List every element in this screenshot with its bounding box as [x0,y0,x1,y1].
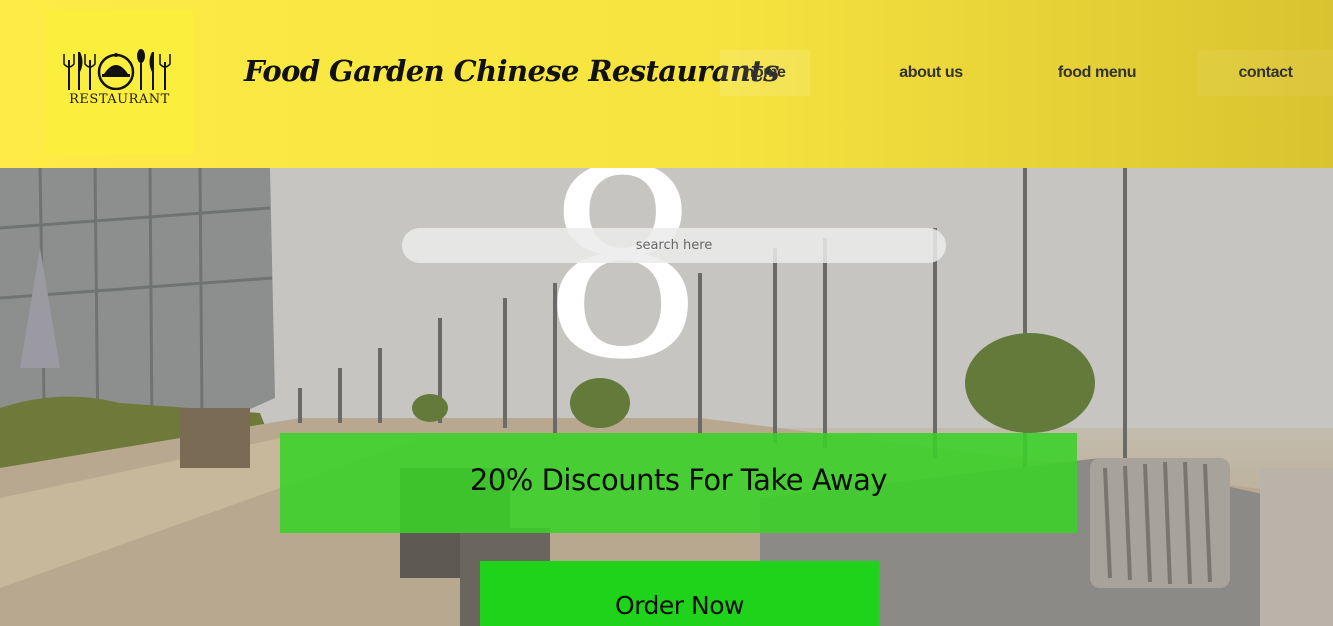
nav-food-menu[interactable]: food menu [1042,50,1152,96]
nav-about-us[interactable]: about us [876,50,986,96]
discount-text: 20% Discounts For Take Away [469,463,888,497]
big-number-eight: 8 [540,168,706,417]
nav-home[interactable]: home [720,50,810,96]
order-now-button[interactable]: Order Now [480,561,879,626]
site-title[interactable]: Food Garden Chinese Restaurants [244,54,779,88]
cutlery-cloche-icon [63,49,171,90]
search-input[interactable] [402,228,946,263]
hero-section: 8 20% Discounts For Take Away Order Now [0,168,1333,626]
logo-text: RESTAURANT [69,92,170,107]
nav-contact[interactable]: contact [1198,50,1333,96]
site-header: RESTAURANT Food Garden Chinese Restauran… [0,0,1333,168]
order-now-label: Order Now [615,591,744,620]
restaurant-logo[interactable]: RESTAURANT [46,10,193,154]
discount-banner: 20% Discounts For Take Away [280,433,1077,533]
